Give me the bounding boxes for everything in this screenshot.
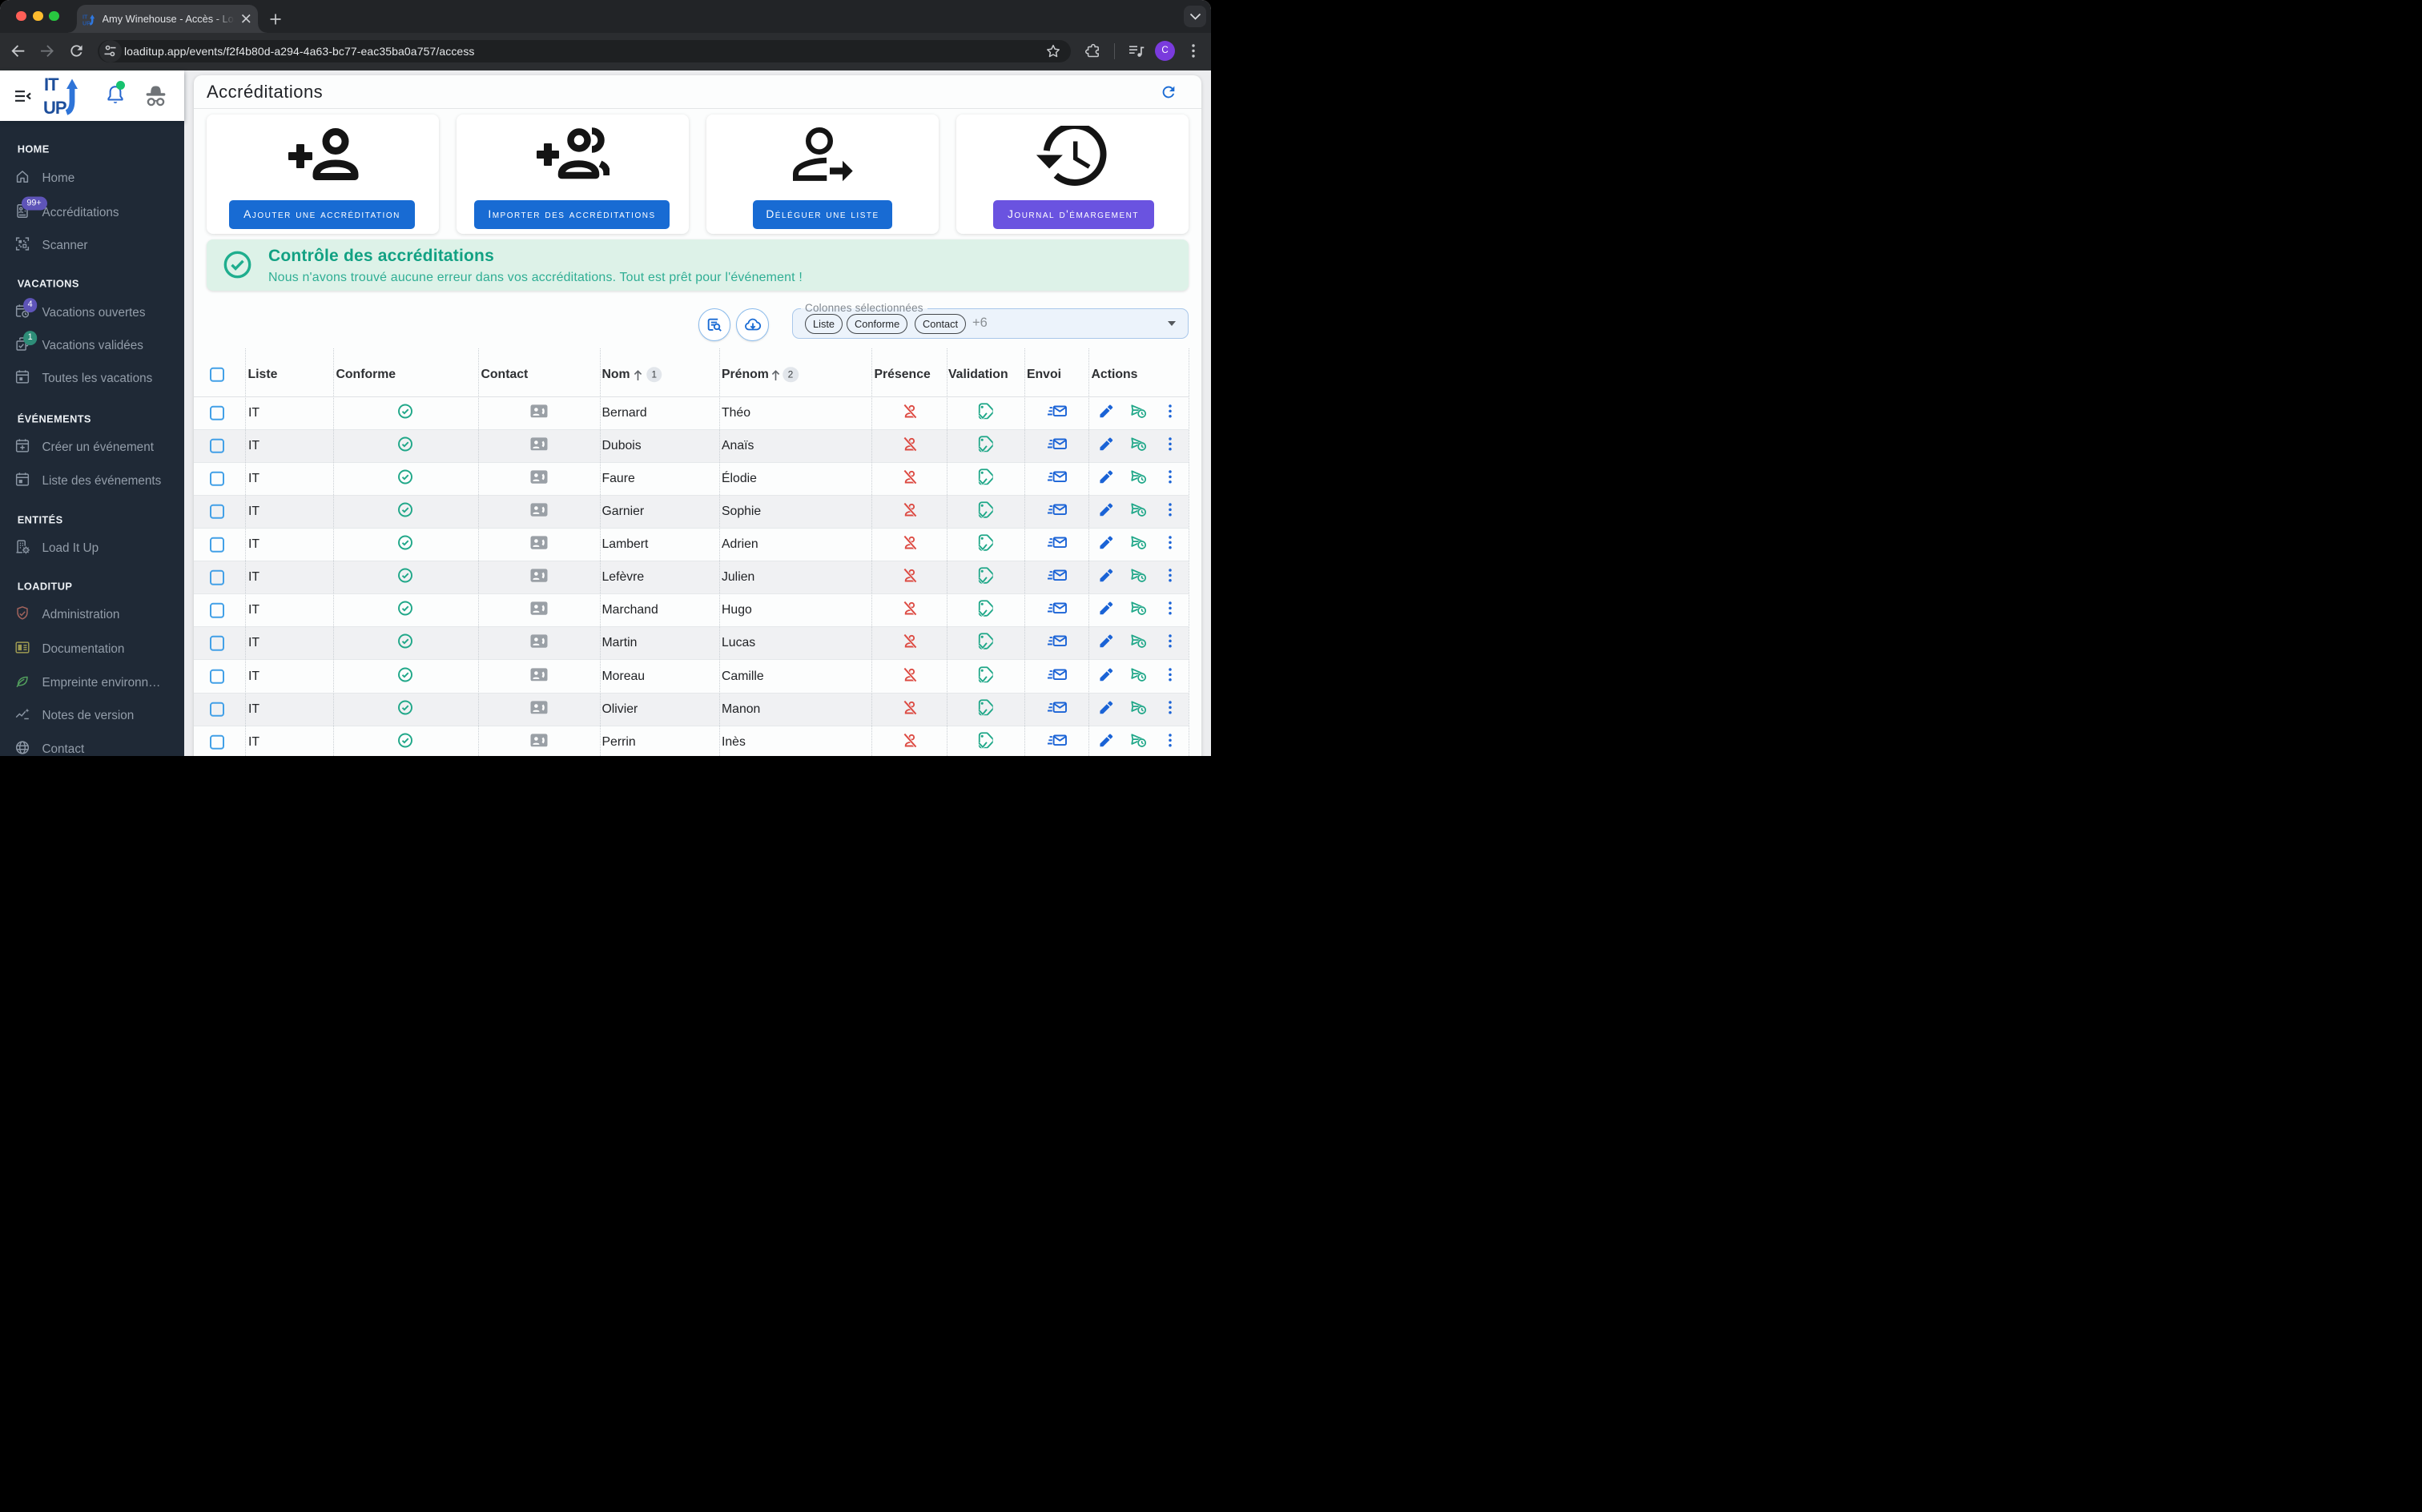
svg-text:UP: UP <box>43 98 66 116</box>
svg-text:IT: IT <box>44 75 59 94</box>
svg-text:UP: UP <box>82 19 91 25</box>
